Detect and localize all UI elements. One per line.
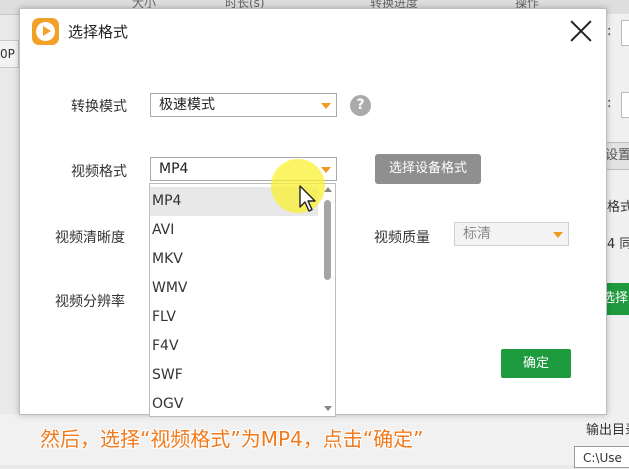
select-device-format-button[interactable]: 选择设备格式 — [375, 154, 481, 184]
background-right-label-2: : — [607, 96, 612, 111]
video-quality-value: 标清 — [463, 226, 491, 242]
app-logo-icon — [32, 18, 59, 45]
background-right-label-1: : — [607, 24, 612, 39]
dropdown-option-ogv[interactable]: OGV — [150, 390, 318, 416]
background-format-value: 4 同 — [607, 237, 629, 252]
dropdown-option-avi[interactable]: AVI — [150, 216, 318, 245]
dialog-titlebar: 选择格式 — [20, 9, 606, 54]
dropdown-option-mkv[interactable]: MKV — [150, 245, 318, 274]
convert-mode-value: 极速模式 — [159, 97, 215, 113]
background-right-field-1[interactable] — [621, 20, 629, 46]
dialog-title: 选择格式 — [68, 23, 129, 41]
dropdown-option-wmv[interactable]: WMV — [150, 274, 318, 303]
chevron-down-icon — [321, 103, 331, 109]
background-settings-button[interactable]: 设置 — [604, 142, 629, 170]
chevron-down-icon — [321, 167, 331, 173]
dropdown-option-flv[interactable]: FLV — [150, 303, 318, 332]
ok-button[interactable]: 确定 — [501, 349, 571, 378]
convert-mode-select[interactable]: 极速模式 — [150, 93, 337, 117]
video-quality-label: 视频质量 — [374, 230, 430, 246]
background-left-field: 0P — [0, 40, 19, 68]
dropdown-option-f4v[interactable]: F4V — [150, 332, 318, 361]
video-format-value: MP4 — [159, 161, 189, 177]
video-format-label: 视频格式 — [71, 164, 127, 180]
scroll-up-arrow-icon[interactable] — [324, 187, 332, 192]
convert-mode-label: 转换模式 — [71, 99, 127, 115]
dropdown-scrollbar[interactable] — [320, 184, 335, 416]
scroll-down-arrow-icon[interactable] — [324, 406, 332, 411]
video-quality-select[interactable]: 标清 — [454, 222, 569, 246]
close-icon[interactable] — [569, 19, 593, 43]
scrollbar-thumb[interactable] — [324, 200, 331, 280]
background-format-label: 格式 — [607, 200, 629, 215]
chevron-down-icon — [553, 232, 563, 238]
video-format-dropdown-list: MP4 AVI MKV WMV FLV F4V SWF OGV — [149, 183, 336, 417]
video-clarity-label: 视频清晰度 — [55, 230, 125, 246]
output-dir-label: 输出目录 — [586, 423, 629, 438]
help-icon[interactable]: ? — [350, 95, 371, 116]
tutorial-caption: 然后，选择“视频格式”为MP4，点击“确定” — [40, 427, 424, 451]
video-resolution-label: 视频分辨率 — [55, 294, 125, 310]
mouse-pointer-icon — [299, 185, 316, 212]
dropdown-option-swf[interactable]: SWF — [150, 361, 318, 390]
background-right-field-2[interactable] — [621, 92, 629, 118]
